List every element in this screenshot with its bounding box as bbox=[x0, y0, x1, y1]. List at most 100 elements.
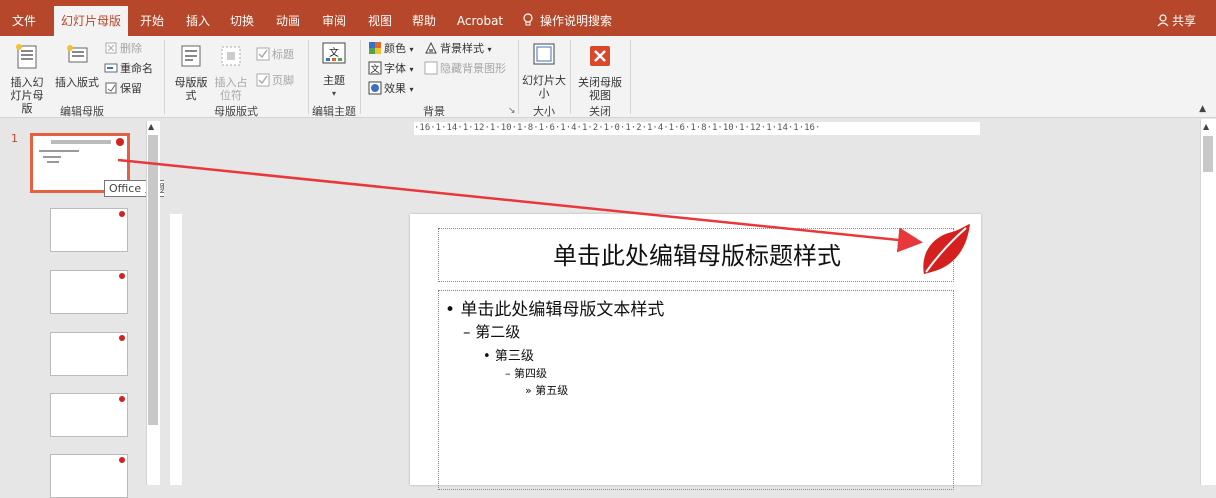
delete-button[interactable]: 删除 bbox=[104, 40, 142, 58]
person-icon bbox=[1157, 14, 1169, 27]
tab-transitions[interactable]: 切换 bbox=[224, 6, 260, 36]
text-level-3-label: 第三级 bbox=[494, 349, 534, 364]
background-styles-label: 背景样式 bbox=[440, 42, 484, 55]
leaf-logo-icon bbox=[119, 335, 125, 341]
insert-placeholder-label: 插入占位符 bbox=[214, 76, 248, 102]
rename-button[interactable]: 重命名 bbox=[104, 60, 153, 78]
footer-checkbox[interactable]: 页脚 bbox=[256, 72, 294, 90]
text-level-1: • 单击此处编辑母版文本样式 bbox=[445, 300, 665, 320]
checkbox-checked-icon bbox=[256, 73, 270, 87]
rename-label: 重命名 bbox=[120, 62, 153, 75]
group-separator bbox=[630, 40, 631, 114]
scroll-up-icon[interactable]: ▲ bbox=[1203, 122, 1209, 131]
lightbulb-icon bbox=[523, 13, 533, 26]
thumbnail-layout[interactable] bbox=[50, 332, 128, 376]
tab-file[interactable]: 文件 bbox=[2, 6, 46, 36]
ribbon-tab-bar: 文件 幻灯片母版 开始 插入 切换 动画 审阅 视图 帮助 Acrobat 操作… bbox=[0, 6, 1216, 36]
share-label: 共享 bbox=[1171, 14, 1196, 28]
delete-icon bbox=[105, 42, 117, 54]
chevron-down-icon: ▾ bbox=[331, 89, 336, 98]
thumbnail-layout[interactable] bbox=[50, 454, 128, 498]
slide-master[interactable]: 单击此处编辑母版标题样式 • 单击此处编辑母版文本样式 – 第二级 • 第三级 … bbox=[410, 214, 981, 490]
hide-background-label: 隐藏背景图形 bbox=[440, 62, 506, 75]
thumbnail-number: 1 bbox=[11, 132, 18, 145]
text-level-5-label: 第五级 bbox=[535, 384, 569, 397]
preserve-label: 保留 bbox=[120, 82, 142, 95]
collapse-ribbon-icon[interactable]: ▲ bbox=[1199, 104, 1206, 114]
master-layout-button[interactable]: 母版版式 bbox=[172, 42, 210, 102]
insert-layout-label: 插入版式 bbox=[55, 76, 99, 89]
group-label-size: 大小 bbox=[533, 105, 555, 118]
tab-acrobat[interactable]: Acrobat bbox=[452, 6, 508, 36]
thumbnail-layout[interactable] bbox=[50, 393, 128, 437]
themes-button[interactable]: 文 主题 ▾ bbox=[314, 40, 354, 100]
tab-view[interactable]: 视图 bbox=[362, 6, 398, 36]
fonts-button[interactable]: 文字体 ▾ bbox=[368, 60, 414, 78]
group-label-close: 关闭 bbox=[589, 105, 611, 118]
slide-title[interactable]: 单击此处编辑母版标题样式 bbox=[439, 229, 955, 283]
master-layout-label: 母版版式 bbox=[174, 76, 208, 102]
slide-size-button[interactable]: 幻灯片大小 bbox=[522, 40, 566, 100]
leaf-logo-icon bbox=[119, 457, 125, 463]
tab-slide-master[interactable]: 幻灯片母版 bbox=[54, 6, 128, 36]
slide-scrollbar[interactable] bbox=[1200, 119, 1216, 485]
body-placeholder[interactable]: • 单击此处编辑母版文本样式 – 第二级 • 第三级 – 第四级 » 第五级 bbox=[438, 290, 954, 490]
tab-home[interactable]: 开始 bbox=[134, 6, 170, 36]
share-button[interactable]: 共享 bbox=[1157, 6, 1196, 36]
thumbnail-layout[interactable] bbox=[50, 208, 128, 252]
tab-animations[interactable]: 动画 bbox=[270, 6, 306, 36]
effects-button[interactable]: 效果 ▾ bbox=[368, 80, 414, 98]
group-label-edit-theme: 编辑主题 bbox=[312, 105, 356, 118]
insert-layout-button[interactable]: 插入版式 bbox=[52, 42, 102, 89]
insert-master-icon bbox=[16, 44, 37, 69]
effects-label: 效果 bbox=[384, 82, 406, 95]
title-checkbox[interactable]: 标题 bbox=[256, 46, 294, 64]
group-label-background: 背景 bbox=[423, 105, 445, 118]
text-level-3: • 第三级 bbox=[483, 349, 534, 364]
slide-size-label: 幻灯片大小 bbox=[522, 74, 566, 100]
title-placeholder[interactable]: 单击此处编辑母版标题样式 bbox=[438, 228, 954, 282]
chevron-down-icon: ▾ bbox=[409, 45, 414, 54]
background-styles-icon bbox=[425, 41, 437, 54]
slide-size-icon bbox=[533, 43, 555, 65]
tell-me-box[interactable]: 操作说明搜索 bbox=[522, 6, 612, 36]
thumb-text-line bbox=[43, 156, 61, 158]
scroll-up-icon[interactable]: ▲ bbox=[148, 122, 154, 131]
tab-insert[interactable]: 插入 bbox=[180, 6, 216, 36]
hide-background-checkbox[interactable]: 隐藏背景图形 bbox=[424, 60, 506, 78]
fonts-icon: 文 bbox=[368, 61, 382, 75]
title-checkbox-label: 标题 bbox=[272, 48, 294, 61]
group-label-edit-master: 编辑母版 bbox=[60, 105, 104, 118]
footer-checkbox-label: 页脚 bbox=[272, 74, 294, 87]
preserve-icon bbox=[105, 82, 117, 94]
leaf-logo-icon bbox=[116, 138, 124, 146]
thumb-title-line bbox=[51, 140, 111, 144]
close-master-view-label: 关闭母版视图 bbox=[578, 76, 622, 102]
colors-label: 颜色 bbox=[384, 42, 406, 55]
text-level-2: – 第二级 bbox=[463, 323, 521, 341]
fonts-label: 字体 bbox=[384, 62, 406, 75]
horizontal-ruler: ·16·1·14·1·12·1·10·1·8·1·6·1·4·1·2·1·0·1… bbox=[414, 122, 980, 135]
text-level-4-label: 第四级 bbox=[514, 367, 547, 380]
slide-scrollbar-thumb[interactable] bbox=[1203, 136, 1213, 172]
close-master-view-button[interactable]: 关闭母版视图 bbox=[576, 42, 624, 102]
tab-help[interactable]: 帮助 bbox=[406, 6, 442, 36]
preserve-button[interactable]: 保留 bbox=[104, 80, 142, 98]
svg-text:文: 文 bbox=[370, 63, 379, 75]
dialog-launcher-icon[interactable]: ↘ bbox=[508, 106, 516, 116]
colors-icon bbox=[369, 42, 381, 54]
text-level-1-label: 单击此处编辑母版文本样式 bbox=[460, 300, 665, 320]
thumbnail-scrollbar-thumb[interactable] bbox=[148, 135, 158, 425]
insert-placeholder-button[interactable]: 插入占位符 bbox=[212, 42, 250, 102]
tell-me-label: 操作说明搜索 bbox=[540, 14, 613, 28]
text-level-4: – 第四级 bbox=[505, 367, 547, 380]
tab-review[interactable]: 审阅 bbox=[316, 6, 352, 36]
colors-button[interactable]: 颜色 ▾ bbox=[368, 40, 414, 58]
text-level-5: » 第五级 bbox=[525, 384, 569, 397]
thumbnail-layout[interactable] bbox=[50, 270, 128, 314]
group-label-master-layout: 母版版式 bbox=[214, 105, 258, 118]
background-styles-button[interactable]: 背景样式 ▾ bbox=[424, 40, 492, 58]
svg-text:文: 文 bbox=[329, 46, 339, 59]
vertical-ruler bbox=[170, 214, 182, 485]
leaf-logo-icon bbox=[119, 273, 125, 279]
